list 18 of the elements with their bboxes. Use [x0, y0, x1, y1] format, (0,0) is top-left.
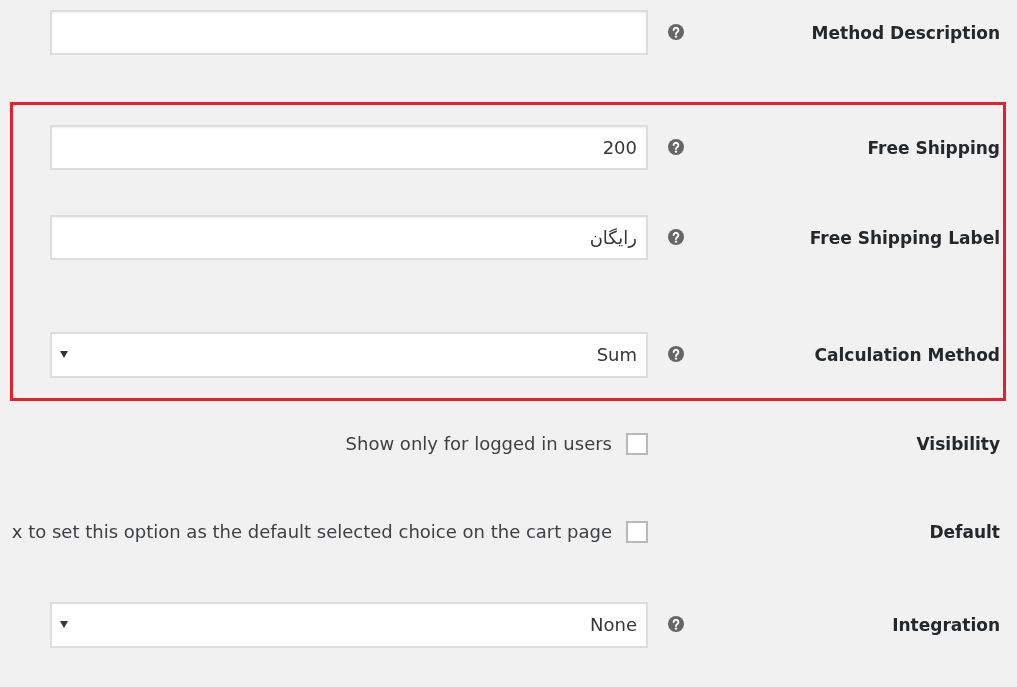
- field-label: Free Shipping Label: [809, 227, 1000, 248]
- field-label: Method Description: [811, 22, 1000, 43]
- field-label: Visibility: [916, 433, 1000, 454]
- field-label: Default: [929, 521, 1000, 542]
- checkbox[interactable]: [626, 520, 648, 543]
- dropdown[interactable]: Sum: [50, 331, 648, 378]
- checkbox[interactable]: [626, 432, 648, 455]
- field-label: Integration: [892, 614, 1000, 635]
- checkbox-label: x to set this option as the default selected choice on the cart page: [11, 521, 612, 542]
- field-label: Free Shipping: [867, 137, 1000, 158]
- field-label: Calculation Method: [814, 344, 1000, 365]
- checkbox-label: Show only for logged in users: [345, 433, 612, 454]
- input-field[interactable]: [50, 10, 648, 55]
- caret-icon: [60, 621, 68, 628]
- input-field[interactable]: 200: [50, 125, 648, 170]
- caret-icon: [60, 351, 68, 358]
- dropdown[interactable]: None: [50, 601, 648, 648]
- input-field[interactable]: رایگان: [50, 215, 648, 260]
